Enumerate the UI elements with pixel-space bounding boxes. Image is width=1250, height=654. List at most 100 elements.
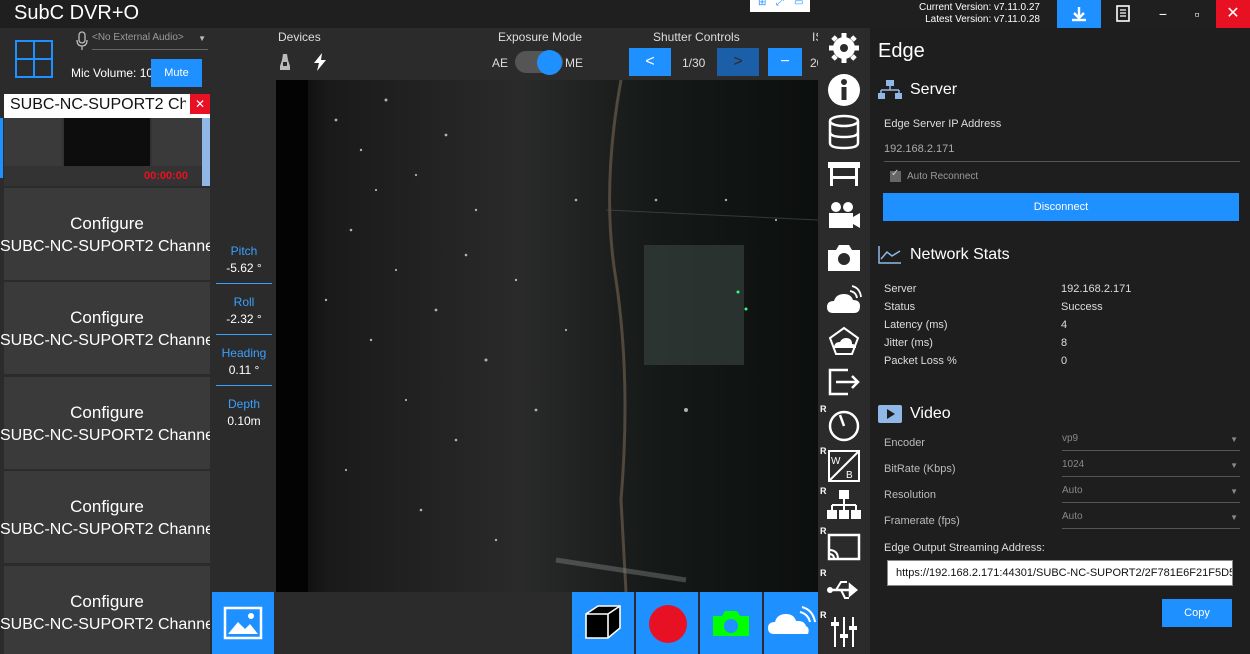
video-section-heading: Video: [878, 404, 951, 424]
stat-value: 192.168.2.171: [1061, 283, 1132, 295]
stream-address-field[interactable]: https://192.168.2.171:44301/SUBC-NC-SUPO…: [887, 560, 1233, 586]
lamp-icon[interactable]: [275, 52, 295, 72]
bitrate-select[interactable]: 1024 ▼: [1062, 459, 1240, 477]
edge-network-icon[interactable]: [826, 324, 862, 360]
disconnect-button[interactable]: Disconnect: [883, 193, 1239, 221]
roll-readout: Roll -2.32 °: [215, 295, 273, 326]
record-button[interactable]: [636, 592, 698, 654]
configure-channel-name: SUBC-NC-SUPORT2 Channel: [0, 238, 210, 255]
depth-readout: Depth 0.10m: [215, 397, 273, 428]
edge-ip-label: Edge Server IP Address: [884, 118, 1002, 130]
copy-button[interactable]: Copy: [1162, 599, 1232, 627]
play-icon: [878, 405, 902, 423]
close-channel-button[interactable]: ✕: [190, 94, 210, 114]
maximize-button[interactable]: ▫: [1180, 0, 1214, 28]
3d-capture-button[interactable]: [572, 592, 634, 654]
exposure-mode-label: Exposure Mode: [498, 30, 583, 44]
stat-value: Success: [1061, 301, 1103, 313]
external-audio-select[interactable]: <No External Audio> ▼: [92, 32, 208, 50]
overlay-icon[interactable]: [826, 156, 862, 192]
resolution-select[interactable]: Auto ▼: [1062, 485, 1240, 503]
download-icon: [1072, 7, 1086, 22]
record-icon: [649, 605, 687, 643]
configure-channel-button[interactable]: Configure SUBC-NC-SUPORT2 Channel: [0, 377, 210, 469]
latest-version: Latest Version: v7.11.0.28: [925, 14, 1040, 25]
microphone-icon: [76, 31, 88, 50]
heading-readout: Heading 0.11 °: [215, 346, 273, 377]
shutter-next-button[interactable]: >: [717, 48, 759, 76]
video-camera-icon[interactable]: [826, 198, 862, 234]
gear-icon[interactable]: [826, 30, 862, 66]
minimize-mini-icon[interactable]: ▭: [794, 0, 803, 8]
framerate-select[interactable]: Auto ▼: [1062, 511, 1240, 529]
svg-text:W: W: [831, 456, 841, 467]
channel-name: SUBC-NC-SUPORT2 Channel: [10, 96, 186, 113]
configure-label: Configure: [70, 308, 144, 327]
mini-toolbar[interactable]: ⊞ ⤢ ▭: [750, 0, 810, 12]
stat-label: Status: [884, 301, 916, 313]
chevron-down-icon: ▼: [1230, 487, 1238, 496]
current-version: Current Version: v7.11.0.27: [919, 2, 1040, 13]
divider: [884, 161, 1240, 162]
chevron-down-icon: ▼: [198, 34, 206, 43]
encoder-select[interactable]: vp9 ▼: [1062, 433, 1240, 451]
preview-scrollbar[interactable]: [202, 118, 210, 186]
pitch-readout: Pitch -5.62 °: [215, 244, 273, 275]
channel-header: SUBC-NC-SUPORT2 Channel ✕: [4, 94, 210, 118]
configure-label: Configure: [70, 214, 144, 233]
manual-button[interactable]: [1108, 0, 1138, 28]
depth-value: 0.10m: [227, 414, 261, 428]
resolution-label: Resolution: [884, 489, 936, 501]
gallery-button[interactable]: [212, 592, 274, 654]
minimize-button[interactable]: −: [1146, 0, 1180, 28]
edge-ip-input[interactable]: 192.168.2.171: [884, 143, 954, 155]
speedometer-icon[interactable]: [826, 406, 862, 442]
cloud-upload-button[interactable]: [764, 592, 818, 654]
database-icon[interactable]: [826, 114, 862, 150]
sliders-icon[interactable]: [826, 614, 862, 650]
cube-icon: [585, 605, 621, 639]
title-bar: SubC DVR+O ⊞ ⤢ ▭ Current Version: v7.11.…: [0, 0, 1250, 28]
configure-channel-button[interactable]: Configure SUBC-NC-SUPORT2 Channel: [0, 471, 210, 563]
exposure-toggle-knob[interactable]: [537, 50, 562, 75]
configure-channel-button[interactable]: Configure SUBC-NC-SUPORT2 Channel: [0, 566, 210, 654]
chevron-down-icon: ▼: [1230, 513, 1238, 522]
iso-decrease-button[interactable]: −: [768, 48, 802, 76]
bitrate-value: 1024: [1062, 459, 1085, 470]
download-update-button[interactable]: [1057, 0, 1101, 28]
grid-mini-icon[interactable]: ⊞: [758, 0, 766, 8]
preview-frame: [152, 118, 202, 166]
configure-channel-name: SUBC-NC-SUPORT2 Channel: [0, 332, 210, 349]
live-video-feed[interactable]: [276, 80, 818, 592]
camera-settings-icon[interactable]: [826, 240, 862, 276]
layout-grid-button[interactable]: [15, 40, 53, 78]
pitch-label: Pitch: [230, 244, 258, 258]
shutter-prev-button[interactable]: <: [629, 48, 671, 76]
server-section-heading: Server: [878, 80, 957, 100]
output-arrow-icon[interactable]: [826, 364, 862, 400]
configure-label: Configure: [70, 497, 144, 516]
snapshot-button[interactable]: [700, 592, 762, 654]
divider: [216, 334, 272, 335]
flash-icon[interactable]: [310, 52, 330, 72]
configure-channel-button[interactable]: Configure SUBC-NC-SUPORT2 Channel: [0, 188, 210, 280]
heading-label: Heading: [221, 346, 267, 360]
mute-button[interactable]: Mute: [151, 59, 202, 87]
configure-channel-name: SUBC-NC-SUPORT2 Channel: [0, 616, 210, 633]
configure-channel-name: SUBC-NC-SUPORT2 Channel: [0, 521, 210, 538]
white-balance-icon[interactable]: W B: [826, 448, 862, 484]
close-window-button[interactable]: ✕: [1216, 0, 1250, 28]
heading-value: 0.11 °: [228, 363, 260, 377]
chevron-down-icon: ▼: [1230, 461, 1238, 470]
info-icon[interactable]: [826, 72, 862, 108]
expand-mini-icon[interactable]: ⤢: [776, 0, 784, 8]
usb-icon[interactable]: [826, 572, 862, 608]
server-heading-text: Server: [910, 81, 958, 99]
configure-channel-button[interactable]: Configure SUBC-NC-SUPORT2 Channel: [0, 282, 210, 374]
cast-icon[interactable]: [826, 530, 862, 566]
auto-reconnect-checkbox[interactable]: [890, 168, 901, 182]
cloud-settings-icon[interactable]: [826, 282, 862, 318]
network-topology-icon[interactable]: [826, 488, 862, 524]
auto-reconnect-label: Auto Reconnect: [907, 171, 979, 182]
channel-preview[interactable]: 00:00:00: [4, 118, 210, 186]
